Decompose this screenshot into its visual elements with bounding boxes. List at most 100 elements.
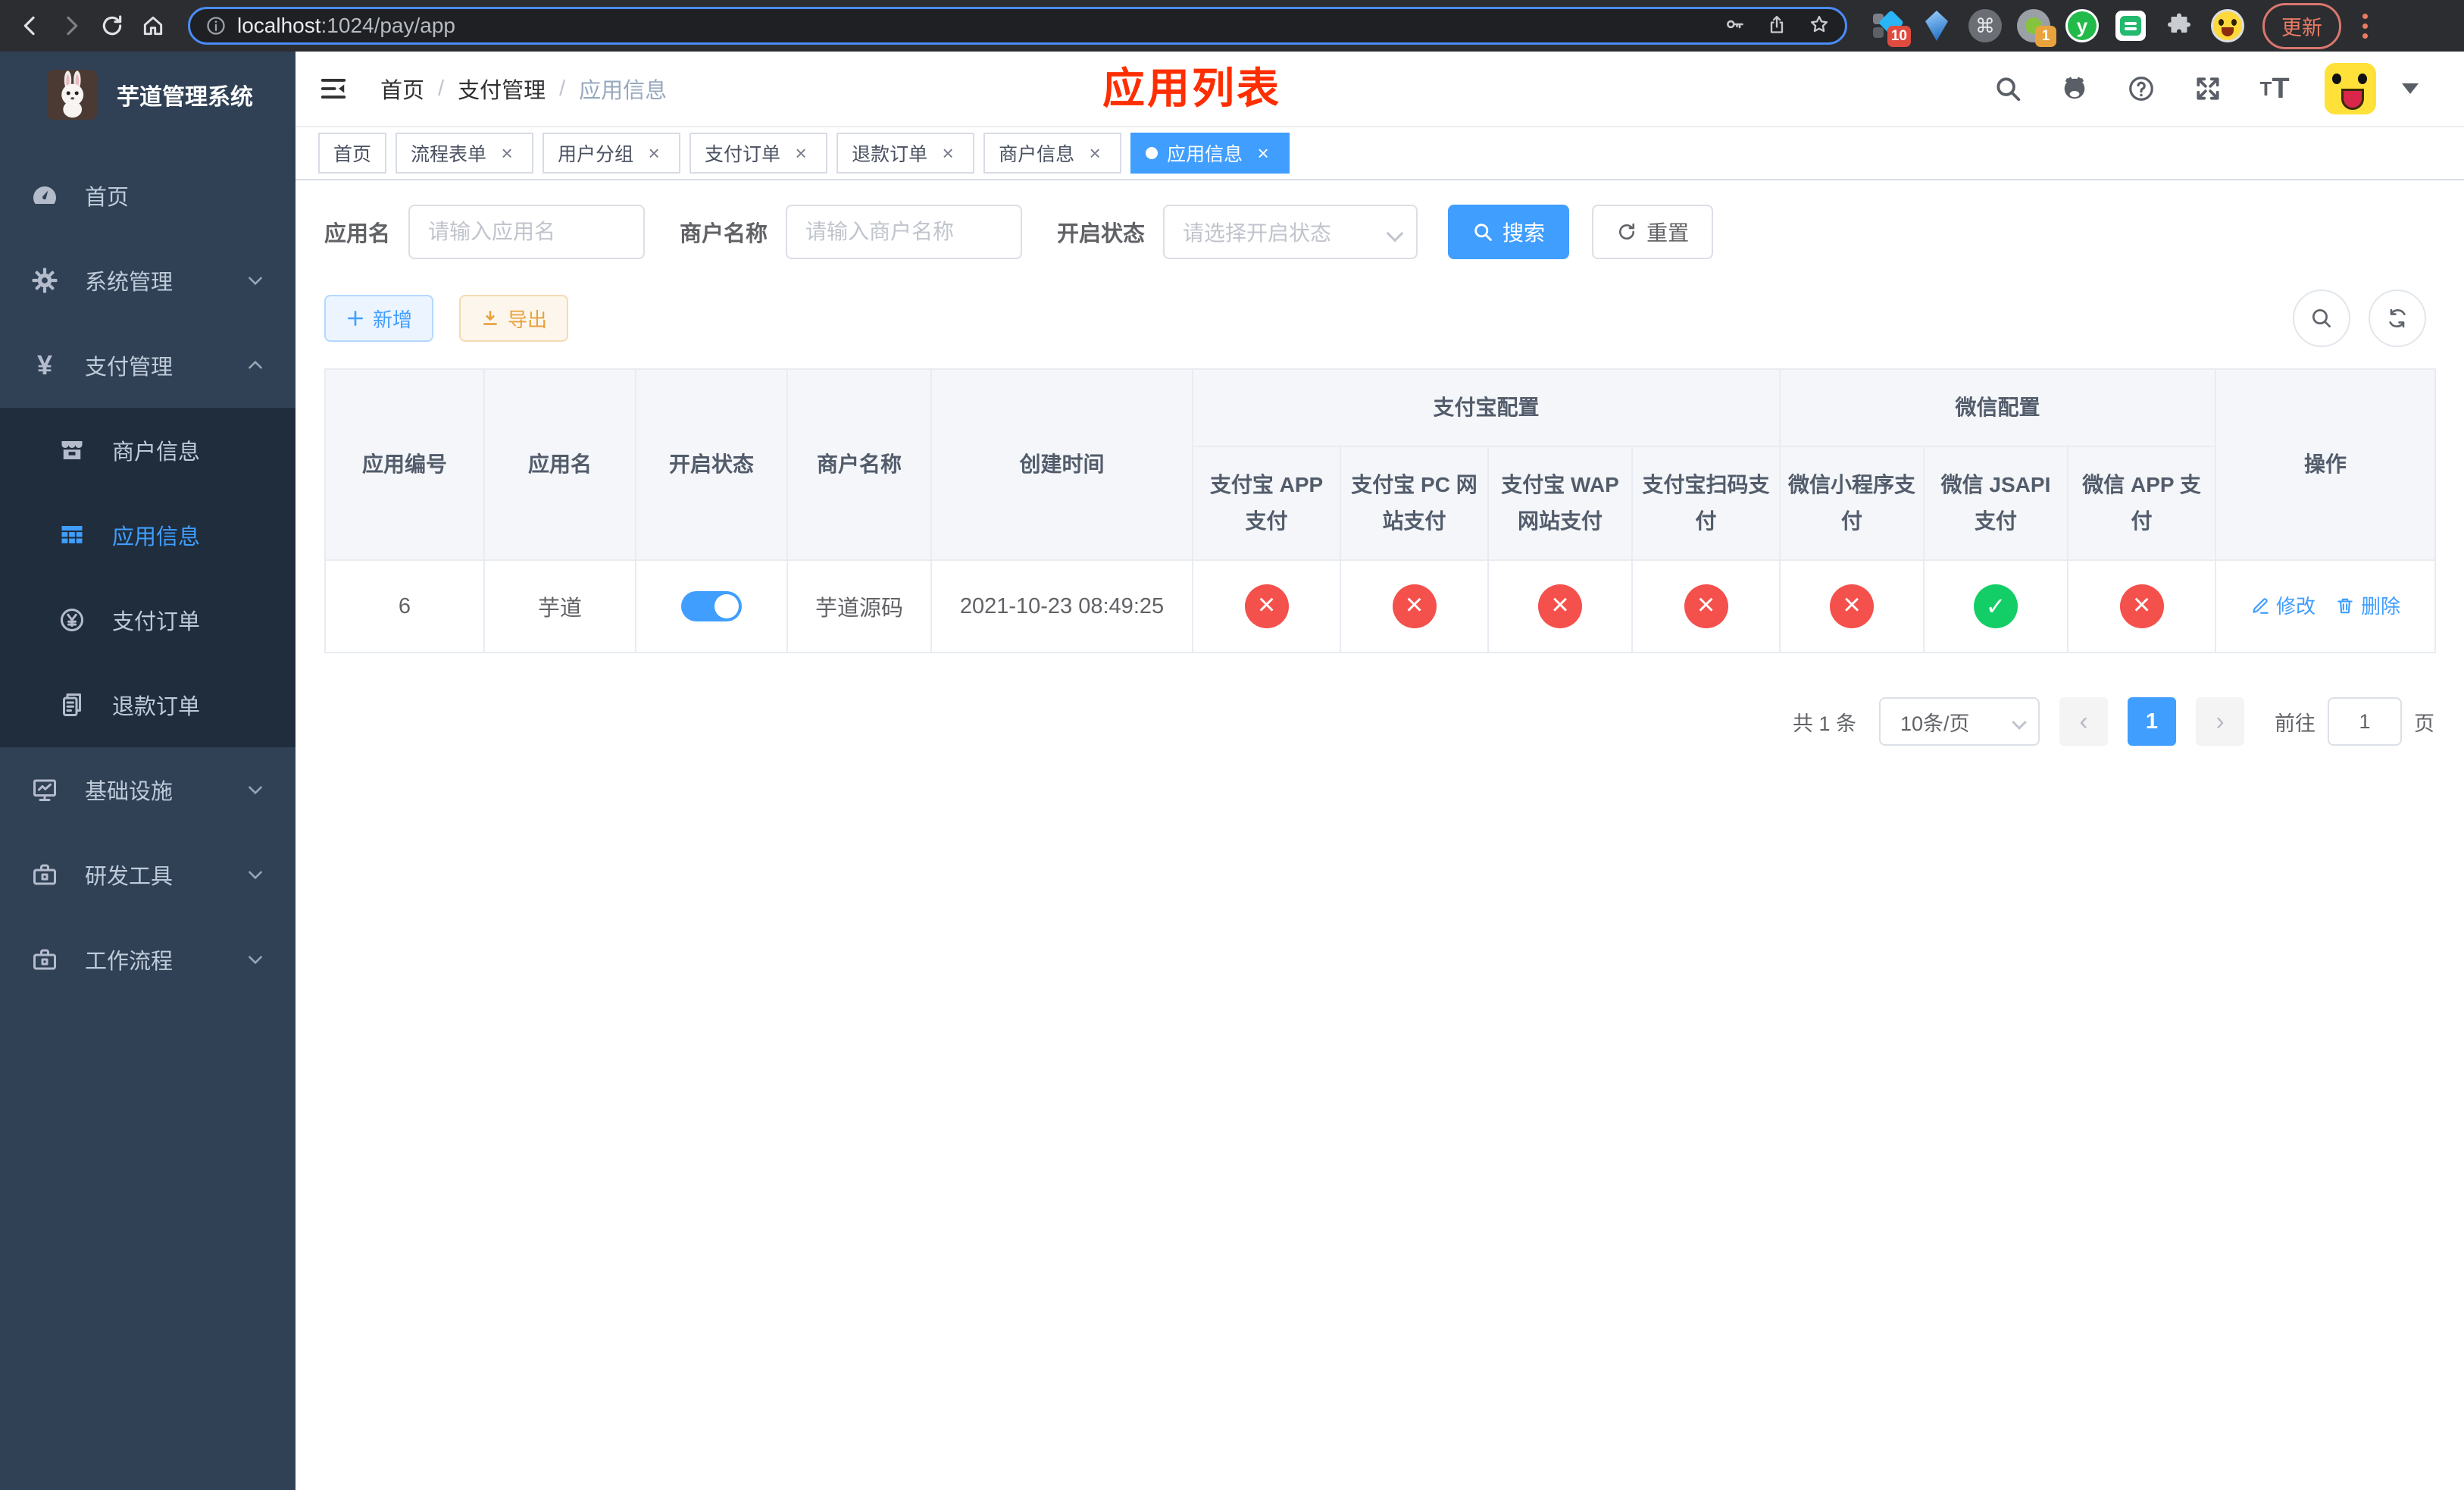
extension-gem-icon[interactable] [1920, 9, 1953, 42]
status-toggle[interactable] [681, 591, 742, 621]
bookmark-star-icon[interactable] [1809, 14, 1830, 39]
close-icon[interactable]: × [937, 142, 959, 164]
sidebar-item-label: 退款订单 [112, 695, 201, 719]
browser-forward-button[interactable] [55, 9, 88, 42]
chevron-down-icon [245, 780, 265, 800]
merchant-name-input[interactable] [786, 205, 1023, 259]
dashboard-icon [30, 181, 59, 210]
sidebar-item-app-info[interactable]: 应用信息 [0, 493, 295, 578]
sidebar-item-label: 系统管理 [85, 271, 174, 295]
tag-merchant-info[interactable]: 商户信息 × [983, 133, 1122, 174]
tag-app-info[interactable]: 应用信息 × [1130, 133, 1290, 174]
add-button[interactable]: 新增 [324, 295, 434, 342]
page-size-select[interactable]: 10条/页 [1879, 697, 2040, 746]
toggle-search-button[interactable] [2293, 290, 2350, 347]
delete-link[interactable]: 删除 [2335, 591, 2400, 619]
sidebar-item-label: 商户信息 [112, 440, 201, 465]
browser-reload-button[interactable] [95, 9, 129, 42]
status-label: 开启状态 [1057, 222, 1146, 246]
header-search-icon[interactable] [1991, 72, 2025, 105]
tag-pay-orders[interactable]: 支付订单 × [689, 133, 828, 174]
browser-profile-avatar[interactable] [2211, 9, 2244, 42]
extension-recorder-icon[interactable]: 1 [2017, 9, 2056, 47]
toolbox-icon [30, 860, 59, 889]
page-suffix: 页 [2414, 712, 2434, 735]
gear-icon [30, 266, 59, 295]
grid-icon [58, 521, 86, 549]
address-bar[interactable]: localhost:1024/pay/app [188, 7, 1847, 45]
sidebar-item-payment[interactable]: ¥ 支付管理 [0, 323, 295, 408]
app-name-input[interactable] [408, 205, 646, 259]
wechat-app-status-icon [2119, 584, 2164, 628]
extension-command-icon[interactable]: ⌘ [1968, 9, 2002, 42]
toolbox-icon [30, 945, 59, 974]
close-icon[interactable]: × [1252, 142, 1274, 164]
refresh-button[interactable] [2369, 290, 2426, 347]
tag-user-group[interactable]: 用户分组 × [543, 133, 681, 174]
search-button[interactable]: 搜索 [1448, 205, 1570, 259]
breadcrumb-home[interactable]: 首页 [380, 73, 424, 105]
reset-button[interactable]: 重置 [1592, 205, 1714, 259]
sidebar-item-label: 基础设施 [85, 780, 174, 804]
app-logo [47, 70, 97, 120]
font-size-icon[interactable]: TT [2258, 72, 2291, 105]
user-avatar[interactable] [2325, 63, 2376, 114]
sidebar-item-label: 首页 [85, 186, 130, 210]
sidebar-item-home[interactable]: 首页 [0, 153, 295, 238]
edit-link[interactable]: 修改 [2250, 591, 2315, 619]
chevron-down-icon [1386, 224, 1404, 243]
tag-refund-orders[interactable]: 退款订单 × [836, 133, 975, 174]
share-icon[interactable] [1766, 14, 1787, 39]
sidebar-item-infrastructure[interactable]: 基础设施 [0, 747, 295, 832]
close-icon[interactable]: × [790, 142, 812, 164]
page-number-1[interactable]: 1 [2128, 697, 2176, 746]
sidebar-item-workflow[interactable]: 工作流程 [0, 917, 295, 1002]
prev-page-button[interactable]: ‹ [2059, 697, 2108, 746]
app-title: 芋道管理系统 [117, 85, 253, 110]
table-row: 6 芋道 芋道源码 2021-10-23 08:49:25 × × × × × … [324, 559, 2437, 653]
sidebar-collapse-icon[interactable] [317, 72, 350, 105]
close-icon[interactable]: × [1083, 142, 1106, 164]
goto-label: 前往 [2275, 712, 2315, 735]
tag-home[interactable]: 首页 [318, 133, 387, 174]
sidebar-item-refund-orders[interactable]: 退款订单 [0, 662, 295, 747]
app-name-label: 应用名 [324, 222, 391, 246]
browser-home-button[interactable] [136, 9, 170, 42]
alipay-qr-status-icon [1684, 584, 1728, 628]
tag-process-form[interactable]: 流程表单 × [396, 133, 534, 174]
extensions-puzzle-icon[interactable] [2162, 9, 2196, 42]
password-key-icon[interactable] [1724, 14, 1745, 39]
avatar-caret-icon[interactable] [2402, 83, 2419, 94]
close-icon[interactable]: × [496, 142, 518, 164]
sidebar-item-pay-orders[interactable]: 支付订单 [0, 578, 295, 662]
browser-update-button[interactable]: 更新 [2262, 2, 2341, 49]
sidebar-item-dev-tools[interactable]: 研发工具 [0, 832, 295, 917]
browser-menu-icon[interactable] [2353, 9, 2376, 42]
help-icon[interactable] [2125, 72, 2158, 105]
extensions-strip: 10 ⌘ 1 y [1871, 9, 2244, 47]
extension-blocks-icon[interactable]: 10 [1871, 9, 1911, 47]
next-page-button[interactable]: › [2196, 697, 2244, 746]
goto-page-input[interactable] [2328, 697, 2402, 746]
wechat-jsapi-status-icon [1974, 584, 2018, 628]
fullscreen-icon[interactable] [2191, 72, 2225, 105]
export-button[interactable]: 导出 [459, 295, 569, 342]
navbar-right-tools: TT [1991, 63, 2419, 114]
browser-back-button[interactable] [14, 9, 47, 42]
github-icon[interactable] [2058, 72, 2091, 105]
site-info-icon[interactable] [205, 15, 227, 36]
extension-badge: 10 [1887, 26, 1911, 47]
sidebar-item-label: 支付订单 [112, 610, 201, 634]
sidebar-item-merchant-info[interactable]: 商户信息 [0, 408, 295, 493]
sidebar-item-system[interactable]: 系统管理 [0, 238, 295, 323]
col-header-merchant: 商户名称 [786, 368, 932, 561]
close-icon[interactable]: × [643, 142, 665, 164]
filter-form: 应用名 商户名称 开启状态 请选择开启状态 搜索 重置 [324, 205, 2464, 259]
col-header-created: 创建时间 [930, 368, 1193, 561]
extension-y-icon[interactable]: y [2065, 9, 2099, 42]
main-content: 应用名 商户名称 开启状态 请选择开启状态 搜索 重置 新增 [295, 180, 2464, 1490]
extension-chat-icon[interactable] [2114, 9, 2147, 42]
status-select[interactable]: 请选择开启状态 [1163, 205, 1418, 259]
yen-icon: ¥ [36, 349, 53, 380]
breadcrumb-payment[interactable]: 支付管理 [458, 73, 546, 105]
